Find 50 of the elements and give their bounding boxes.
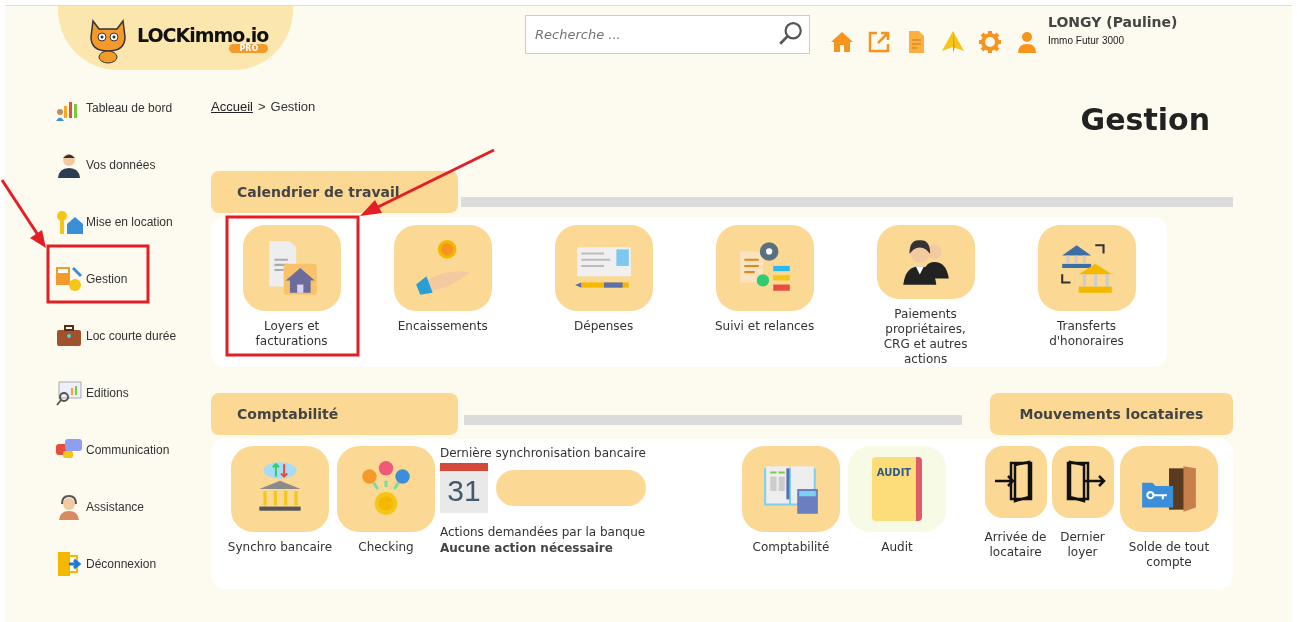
calculator-icon[interactable]	[55, 265, 83, 293]
external-link-icon[interactable]	[867, 30, 891, 54]
section-header: Calendrier de travail	[211, 171, 458, 213]
shortcut-tile[interactable]: AUDIT Audit	[844, 446, 950, 589]
annotation-arrow	[0, 179, 46, 248]
search-field[interactable]: Recherche ...	[525, 15, 810, 54]
shortcut-tile[interactable]: Checking	[333, 446, 439, 589]
shortcut-tile[interactable]: Encaissements	[362, 225, 524, 367]
sidebar-item[interactable]: Mise en location	[55, 208, 211, 236]
sidebar-item[interactable]: Loc courte durée	[55, 322, 211, 350]
shortcut-tile[interactable]: Comptabilité	[738, 446, 844, 589]
page-title: Gestion	[1080, 102, 1210, 137]
shortcut-tile[interactable]: Dernier loyer	[1049, 446, 1116, 589]
shortcut-tile[interactable]: Transferts d'honoraires	[1006, 225, 1167, 367]
pro-badge: PRO	[229, 43, 269, 53]
section-header: Mouvements locataires	[990, 393, 1233, 435]
sidebar-item[interactable]: Editions	[55, 379, 211, 407]
settings-icon[interactable]	[978, 30, 1002, 54]
search-icon[interactable]	[778, 21, 804, 47]
paper-plane-icon[interactable]	[941, 30, 965, 54]
shortcut-tile[interactable]: Arrivée de locataire	[982, 446, 1049, 589]
shortcut-tile[interactable]: Dépenses	[523, 225, 685, 367]
shortcut-tile[interactable]: Suivi et relances	[684, 225, 846, 367]
shortcut-tile[interactable]: Solde de tout compte	[1116, 446, 1222, 589]
user-icon[interactable]	[1015, 30, 1039, 54]
exit-icon[interactable]	[55, 550, 83, 578]
bank-actions-label: Actions demandées par la banque	[440, 525, 647, 539]
audit-folder-icon: AUDIT	[872, 457, 922, 521]
person-icon[interactable]	[55, 151, 83, 179]
breadcrumb-separator: >	[257, 99, 266, 114]
shortcut-tile[interactable]: Synchro bancaire	[227, 446, 333, 589]
sidebar-item[interactable]: Communication	[55, 436, 211, 464]
sidebar-item[interactable]: Gestion	[55, 265, 211, 293]
shortcut-tile[interactable]: Loyers et facturations	[231, 225, 353, 367]
sidebar-item[interactable]: Vos données	[55, 151, 211, 179]
breadcrumb-link[interactable]: Accueil	[211, 99, 253, 114]
company-name: Immo Futur 3000	[1048, 35, 1126, 46]
user-name[interactable]: LONGY (Pauline)	[1048, 14, 1178, 30]
sidebar-item[interactable]: Assistance	[55, 493, 211, 521]
shortcut-tile[interactable]: Paiements propriétaires, CRG et autres actions	[845, 225, 1007, 367]
breadcrumb-current: Gestion	[270, 99, 316, 114]
monitor-chart-icon[interactable]	[55, 379, 83, 407]
sidebar-item[interactable]: Déconnexion	[55, 550, 211, 578]
calendar-icon: 31	[440, 463, 488, 513]
sidebar-item[interactable]: Tableau de bord	[55, 94, 211, 122]
section-header: Comptabilité	[211, 393, 458, 435]
key-house-icon[interactable]	[55, 208, 83, 236]
bank-actions-status: Aucune action nécessaire	[440, 541, 614, 555]
sync-label: Dernière synchronisation bancaire	[440, 446, 647, 460]
home-icon[interactable]	[830, 30, 854, 54]
